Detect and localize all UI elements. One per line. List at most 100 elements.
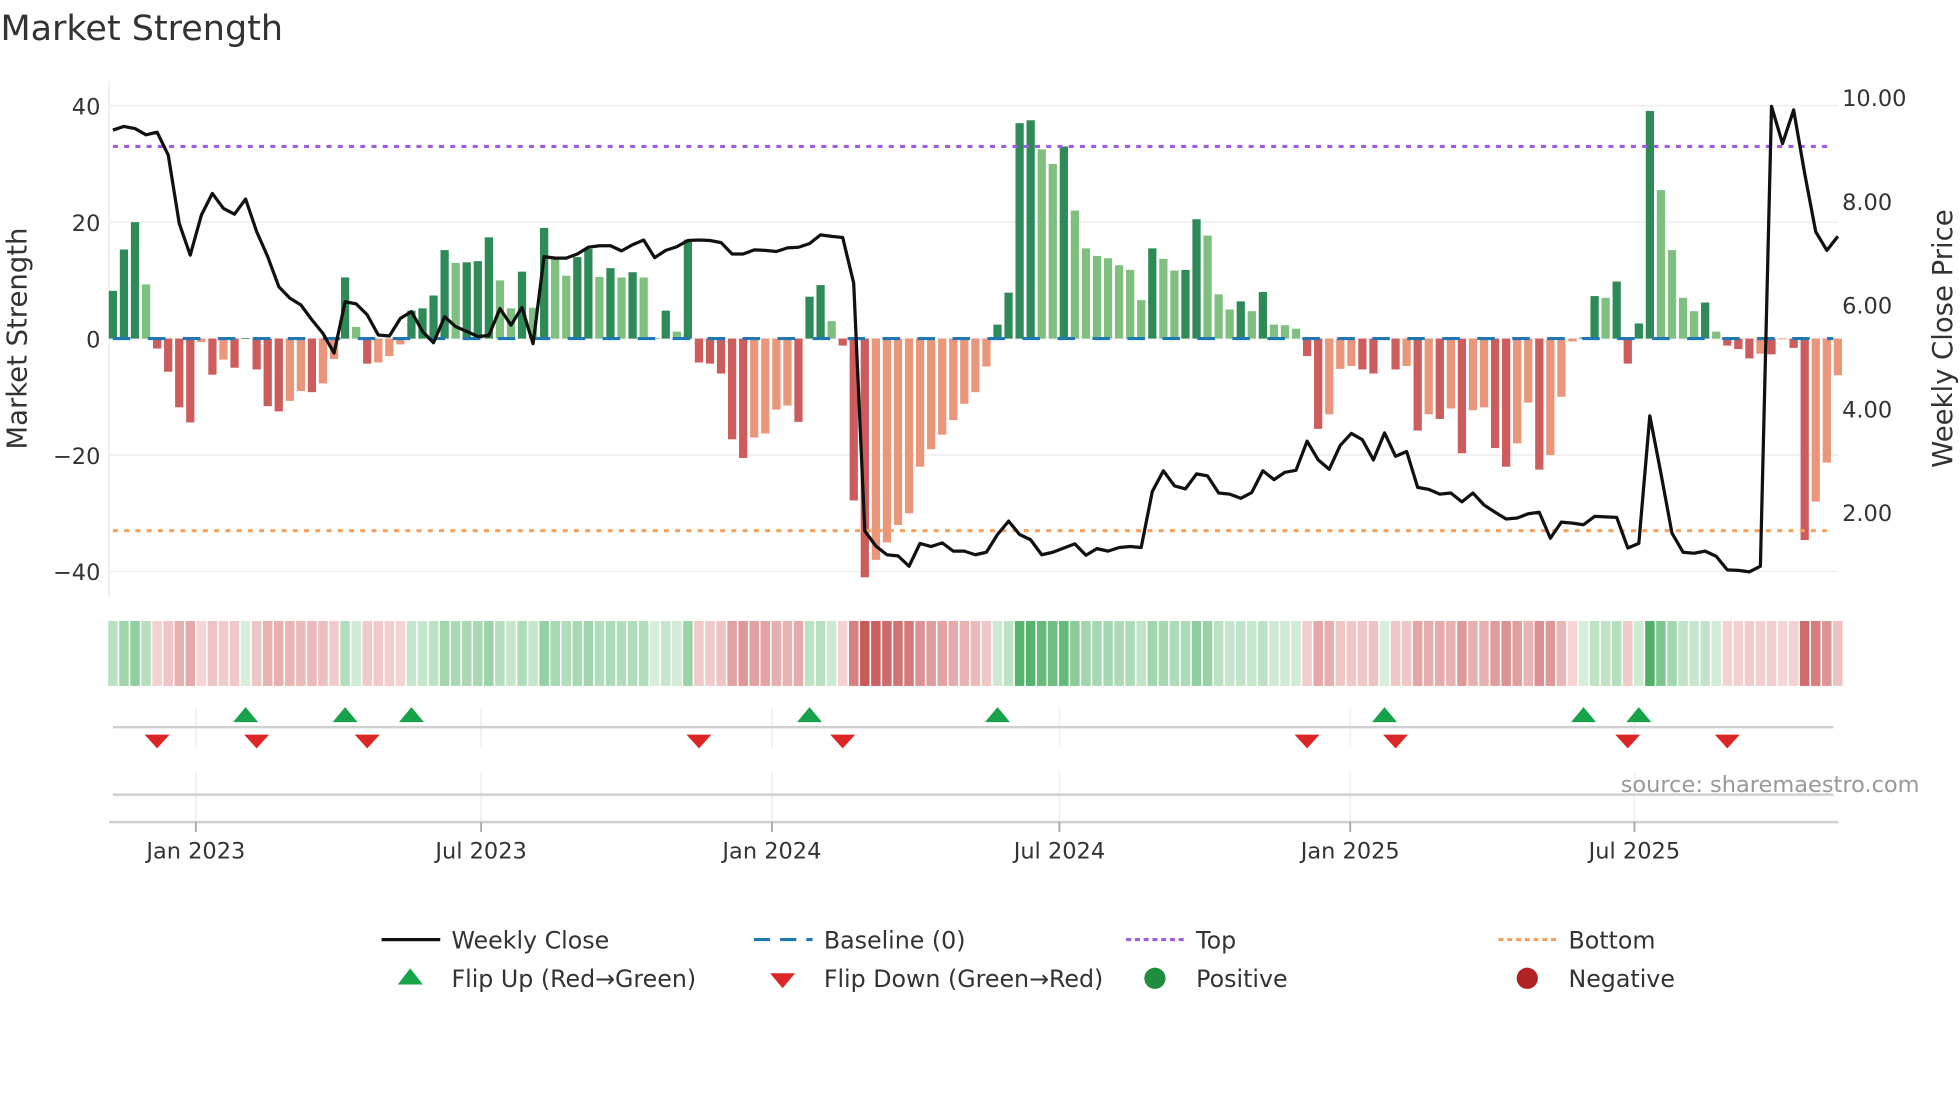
strip-cell (1589, 620, 1600, 686)
strip-cell (1700, 620, 1710, 686)
strength-bar (1678, 297, 1688, 339)
strength-bar (739, 338, 748, 458)
strength-bar (1800, 338, 1809, 541)
strip-cell (1556, 620, 1567, 686)
y-tick-label: 0 (86, 327, 100, 353)
x-tick-label: Jul 2025 (1587, 838, 1680, 864)
flip-down-marker (354, 734, 380, 749)
strength-bar (1269, 324, 1279, 339)
legend-label: Weekly Close (451, 926, 609, 954)
flip-down-marker (830, 734, 856, 749)
strength-bar (1811, 338, 1820, 502)
strip-cell (1766, 620, 1777, 686)
triangle-up-icon (397, 968, 423, 985)
strength-bar (1314, 338, 1323, 429)
strip-cell (119, 620, 129, 686)
flip-down-marker (1294, 734, 1320, 749)
legend-item: Baseline (0) (753, 926, 966, 954)
strength-bar (1568, 338, 1577, 342)
strip-cell (1070, 620, 1080, 686)
strength-bar (1092, 255, 1102, 339)
strip-cell (163, 620, 173, 686)
strength-bar (1546, 338, 1555, 456)
strip-cell (1822, 620, 1832, 686)
strength-bar (573, 257, 582, 339)
y2-axis-ticks: 10.00 8.00 6.00 4.00 2.00 (1842, 86, 1906, 527)
strip-cell (1689, 620, 1699, 686)
strength-bar (473, 261, 482, 339)
strength-bar (1590, 296, 1599, 339)
y2-tick-label: 10.00 (1842, 86, 1906, 112)
strip-cell (804, 620, 815, 686)
strength-bar (1734, 338, 1743, 350)
strip-cell (1014, 620, 1025, 686)
strength-bar (230, 338, 239, 368)
strip-cell (992, 620, 1003, 686)
strip-cell (649, 620, 660, 686)
strip-cell (1446, 620, 1456, 686)
strength-bar (838, 338, 847, 346)
flip-up-marker (332, 707, 358, 723)
strip-cell (771, 620, 782, 686)
strength-bar (783, 338, 792, 406)
legend-item: Flip Up (Red→Green) (397, 965, 696, 993)
strength-bar (1302, 338, 1312, 357)
strength-bar (617, 277, 626, 339)
flip-down-marker (144, 734, 170, 749)
strip-cell (528, 620, 538, 686)
y-axis-label: Market Strength (2, 228, 34, 450)
strip-cell (1213, 620, 1224, 686)
flip-up-marker (398, 707, 424, 723)
strip-cell (318, 620, 328, 686)
strip-cell (1423, 620, 1434, 686)
circle-icon (1144, 967, 1166, 989)
y2-tick-label: 6.00 (1842, 294, 1892, 320)
strip-cell (484, 620, 494, 686)
strip-cell (130, 620, 140, 686)
strength-bar (164, 338, 173, 372)
y2-axis-label: Weekly Close Price (1927, 209, 1959, 467)
strength-bar (1701, 302, 1710, 339)
strength-bar (1070, 210, 1080, 339)
strip-cell (1457, 620, 1467, 686)
strength-bar (318, 338, 328, 384)
strip-cell (1523, 620, 1533, 686)
strip-cell (428, 620, 439, 686)
x-tick-label: Jan 2024 (720, 838, 821, 864)
strength-bar (1048, 163, 1057, 339)
strength-bar (363, 338, 372, 364)
strip-cell (1512, 620, 1522, 686)
strip-cell (683, 620, 693, 686)
strength-bar (462, 262, 471, 339)
strength-bar (1037, 149, 1046, 339)
strip-cell (1799, 620, 1810, 686)
strength-bars (108, 110, 1842, 578)
strength-bar (1291, 328, 1301, 339)
strength-bar (1203, 235, 1212, 339)
strength-bar (794, 338, 803, 422)
strip-cell (450, 620, 461, 686)
strip-cell (1114, 620, 1124, 686)
strip-cell (1744, 620, 1755, 686)
market-strength-chart: Market Strength 40 20 0 −20 −40 10.00 8.00 6.0… (0, 9, 1959, 993)
strip-cell (926, 620, 936, 686)
strength-bar (750, 338, 759, 438)
strength-bar (352, 326, 361, 339)
strength-bar (484, 237, 493, 339)
y-tick-label: −40 (53, 560, 100, 586)
strip-cell (848, 620, 859, 686)
strength-bar (1369, 338, 1378, 374)
strength-bar (1247, 311, 1256, 339)
strength-bar (606, 268, 615, 339)
strength-bar (119, 249, 129, 339)
strip-cell (1224, 620, 1235, 686)
strength-bar (716, 338, 726, 374)
strip-cell (1202, 620, 1213, 686)
strip-cell (296, 620, 306, 686)
strip-cell (1534, 620, 1545, 686)
strip-cell (904, 620, 914, 686)
strip-cell (362, 620, 372, 686)
strip-cell (760, 620, 771, 686)
strength-bar (982, 338, 991, 367)
strength-bar (274, 338, 283, 412)
